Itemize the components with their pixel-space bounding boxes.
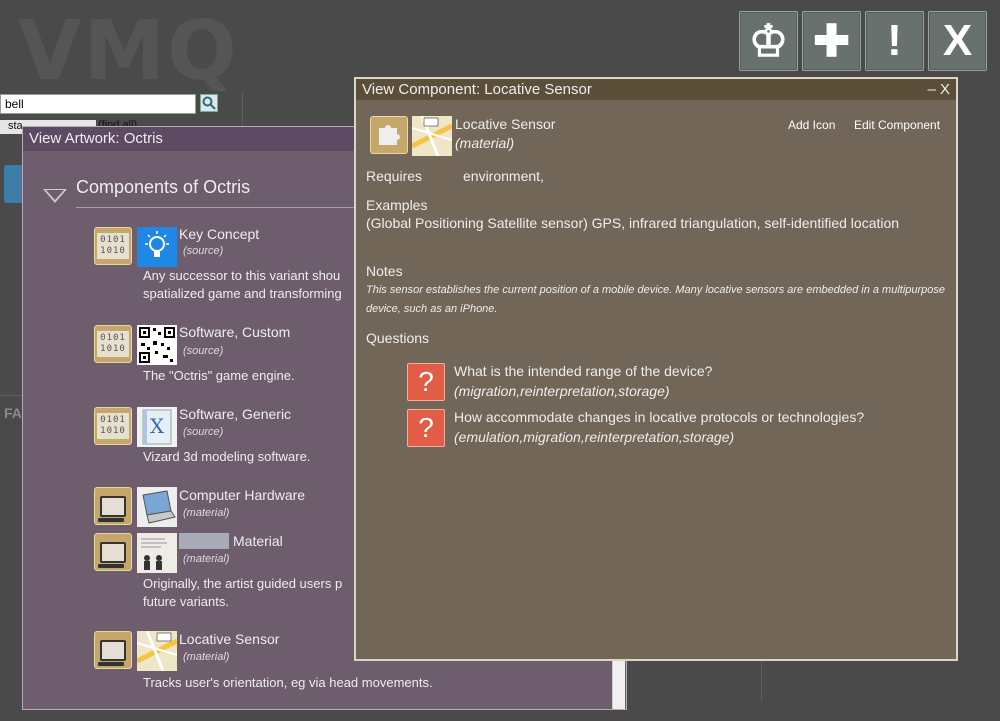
book-thumbnail[interactable] [137,533,177,573]
item-name[interactable]: Key Concept [179,226,259,242]
item-name[interactable]: Software, Custom [179,324,290,340]
computer-type-icon[interactable] [94,631,132,669]
window-controls[interactable]: – X [927,79,950,100]
close-app-button[interactable]: X [928,11,987,71]
artwork-scrollbar[interactable] [612,661,625,709]
app-logo: VMQ [18,4,239,99]
heading-divider [76,207,376,208]
notes-text: This sensor establishes the current posi… [366,284,946,315]
redacted-name [179,533,229,549]
lightbulb-thumbnail[interactable] [137,227,177,267]
qr-code-thumbnail[interactable] [137,325,177,365]
puzzle-type-icon[interactable] [370,116,408,154]
king-icon: ♔ [748,16,789,66]
collapse-triangle-icon[interactable] [43,189,67,203]
divider [761,661,762,701]
search-input[interactable]: bell [0,94,196,114]
item-name[interactable]: Material [233,533,283,549]
laptop-thumbnail[interactable] [137,487,177,527]
examples-text: (Global Positioning Satellite sensor) GP… [366,215,900,231]
question-tags: (emulation,migration,reinterpretation,st… [454,429,735,445]
components-heading: Components of Octris [76,177,251,197]
question-text[interactable]: What is the intended range of the device… [454,363,712,379]
divider [242,92,243,126]
computer-type-icon[interactable] [94,533,132,571]
question-icon[interactable]: ? [407,363,445,401]
map-thumbnail[interactable] [410,115,454,157]
item-type: (material) [183,651,230,663]
item-type: (material) [183,553,230,565]
question-icon[interactable]: ? [407,409,445,447]
requires-label: Requires [366,168,423,184]
component-name: Locative Sensor [455,116,556,132]
search-icon [202,96,216,110]
plus-icon: ✚ [813,16,850,66]
question-tags: (migration,reinterpretation,storage) [454,383,670,399]
examples-label: Examples [366,197,428,213]
binary-type-icon[interactable]: 0101 1010 [94,227,132,265]
binary-type-icon[interactable]: 0101 1010 [94,325,132,363]
component-window-title[interactable]: View Component: Locative Sensor – X [356,79,956,100]
item-name[interactable]: Locative Sensor [179,631,279,647]
notes-label: Notes [366,263,403,279]
software-box-thumbnail[interactable]: X [137,407,177,447]
component-window: View Component: Locative Sensor – X Loca… [354,77,958,661]
binary-type-icon[interactable]: 0101 1010 [94,407,132,445]
item-name[interactable]: Software, Generic [179,406,291,422]
king-button[interactable]: ♔ [739,11,798,71]
museum-icon[interactable] [4,165,24,203]
add-button[interactable]: ✚ [802,11,861,71]
alert-button[interactable]: ! [865,11,924,71]
svg-text:X: X [150,414,165,438]
item-type: (source) [183,345,224,357]
x-icon: X [942,16,973,65]
item-type: (source) [183,245,224,257]
search-button[interactable] [200,94,218,112]
divider [0,395,22,396]
item-type: (source) [183,426,224,438]
edit-component-link[interactable]: Edit Component [854,118,940,132]
item-name[interactable]: Computer Hardware [179,487,305,503]
map-thumbnail[interactable] [135,630,179,672]
question-text[interactable]: How accommodate changes in locative prot… [454,409,864,425]
questions-label: Questions [366,330,430,346]
sidebar-fa-label: FA [4,405,22,421]
exclamation-icon: ! [887,16,902,65]
item-desc: Tracks user's orientation, eg via head m… [143,675,433,690]
item-type: (material) [183,507,230,519]
computer-type-icon[interactable] [94,487,132,525]
puzzle-icon [379,125,400,145]
requires-value: environment, [463,168,544,184]
component-window-title-text: View Component: Locative Sensor [362,81,592,98]
add-icon-link[interactable]: Add Icon [788,118,835,132]
component-type: (material) [455,135,515,151]
